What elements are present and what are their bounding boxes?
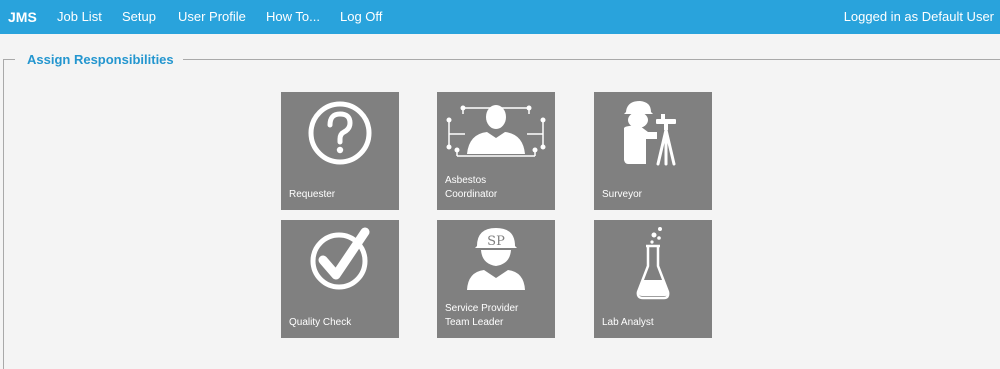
nav-job-list[interactable]: Job List bbox=[57, 9, 102, 25]
nav-user-profile[interactable]: User Profile bbox=[178, 9, 246, 25]
tile-label: Surveyor bbox=[602, 189, 643, 200]
tile-label: Lab Analyst bbox=[602, 317, 654, 328]
tile-label: Requester bbox=[289, 189, 336, 200]
tile-asbestos-coordinator[interactable]: Asbestos Coordinator bbox=[437, 92, 555, 210]
nav-log-off[interactable]: Log Off bbox=[340, 9, 382, 25]
tile-quality-check[interactable]: Quality Check bbox=[281, 220, 399, 338]
tile-service-provider-team-leader[interactable]: SP Service Provider Team Leader bbox=[437, 220, 555, 338]
tile-label: Asbestos Coordinator bbox=[445, 175, 498, 200]
nav-setup[interactable]: Setup bbox=[122, 9, 156, 25]
section-title: Assign Responsibilities bbox=[27, 52, 174, 67]
tile-lab-analyst[interactable]: Lab Analyst bbox=[594, 220, 712, 338]
logged-in-user: Logged in as Default User bbox=[843, 9, 994, 24]
hardhat-badge-text: SP bbox=[487, 234, 505, 249]
tile-surveyor[interactable]: Surveyor bbox=[594, 92, 712, 210]
fieldset-border-left-stub bbox=[3, 59, 15, 60]
app-brand[interactable]: JMS bbox=[8, 8, 37, 26]
top-nav-bar: JMS Job List Setup User Profile How To..… bbox=[0, 0, 1000, 34]
tile-label: Service Provider Team Leader bbox=[445, 303, 519, 328]
fieldset-border-left bbox=[3, 59, 4, 369]
tile-label: Quality Check bbox=[289, 317, 352, 328]
fieldset-border-top bbox=[183, 59, 1000, 60]
tile-requester[interactable]: Requester bbox=[281, 92, 399, 210]
nav-how-to[interactable]: How To... bbox=[266, 9, 320, 25]
